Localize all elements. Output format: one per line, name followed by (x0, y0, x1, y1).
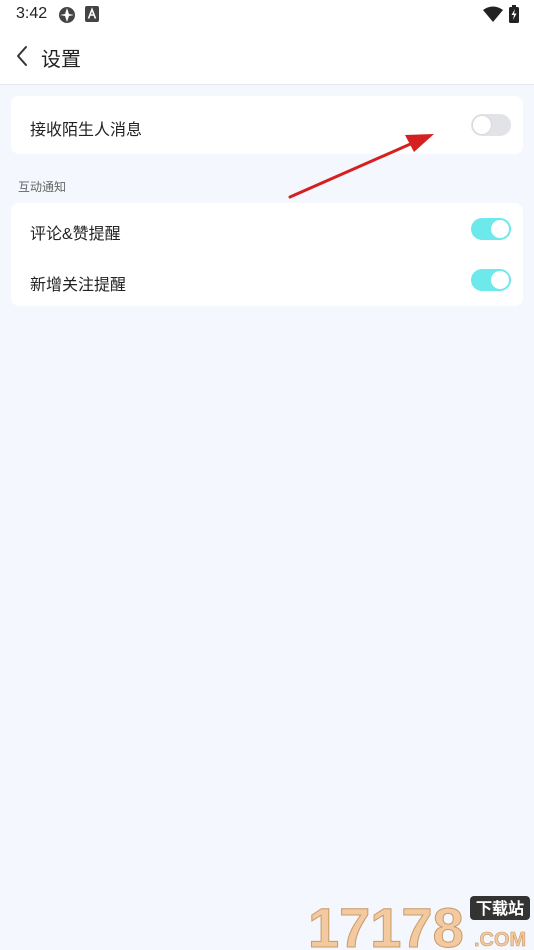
page-title: 设置 (41, 49, 81, 71)
watermark-suffix: .COM (474, 929, 526, 950)
toggle-knob (473, 116, 491, 134)
toggle-knob (491, 271, 509, 289)
battery-charging-icon (509, 5, 519, 23)
a-notification-icon (85, 6, 99, 22)
comment-like-toggle[interactable] (471, 218, 511, 240)
site-watermark: 17178 下载站 .COM (308, 896, 530, 950)
section-title-interaction: 互动通知 (18, 180, 67, 194)
wifi-icon (483, 6, 503, 22)
watermark-main: 17178 (308, 896, 464, 950)
status-time: 3:42 (16, 5, 48, 22)
chevron-left-icon[interactable] (12, 42, 36, 70)
watermark-badge: 下载站 (476, 899, 524, 918)
new-follower-toggle[interactable] (471, 269, 511, 291)
setting-label: 接收陌生人消息 (30, 122, 143, 139)
setting-row-comment-like[interactable]: 评论&赞提醒 (11, 205, 523, 255)
stranger-messages-toggle[interactable] (471, 114, 511, 136)
setting-row-new-follower[interactable]: 新增关注提醒 (11, 256, 523, 306)
app-header: 设置 (0, 28, 534, 85)
status-bar: 3:42 (0, 0, 534, 28)
setting-label: 新增关注提醒 (30, 277, 127, 294)
setting-label: 评论&赞提醒 (30, 226, 121, 243)
setting-row-stranger-messages[interactable]: 接收陌生人消息 (11, 101, 523, 151)
stranger-settings-card: 接收陌生人消息 (11, 96, 523, 154)
interaction-settings-card: 评论&赞提醒 新增关注提醒 (11, 203, 523, 306)
app-notification-icon (59, 7, 75, 23)
toggle-knob (491, 220, 509, 238)
